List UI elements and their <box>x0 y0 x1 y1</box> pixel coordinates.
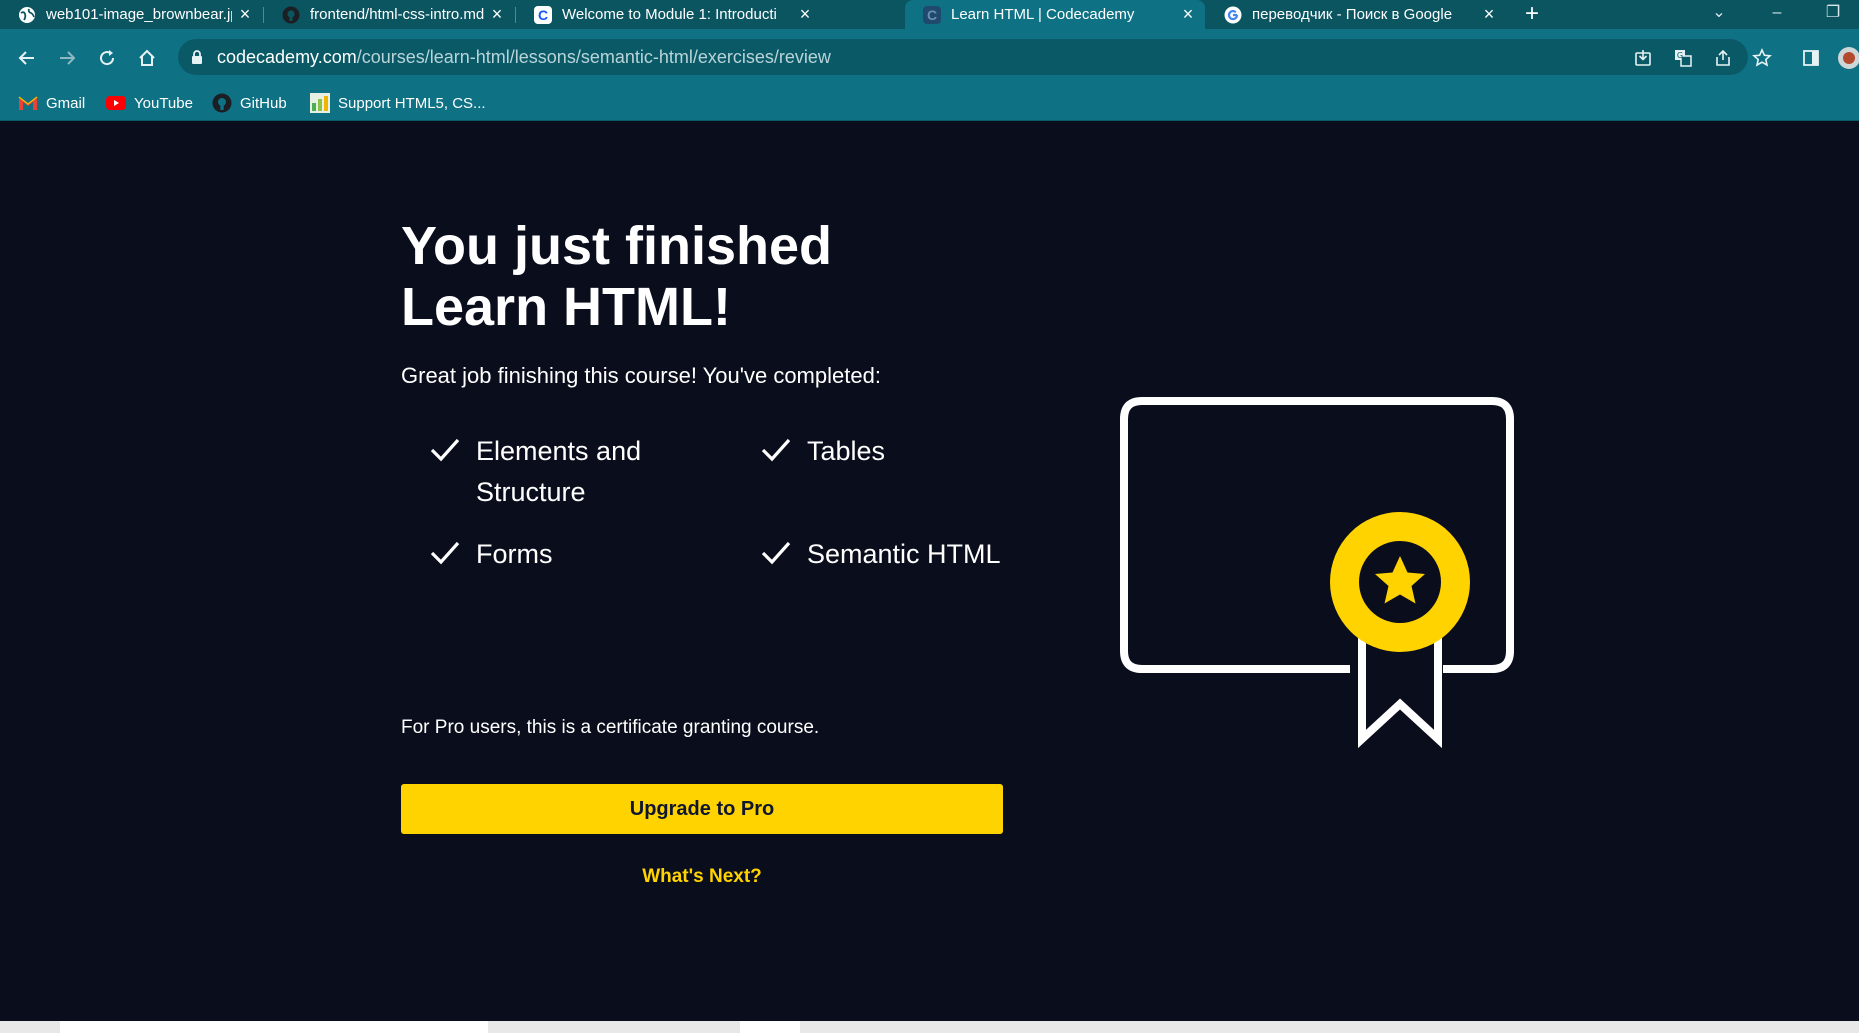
tab-title: Welcome to Module 1: Introducti <box>562 6 777 23</box>
svg-text:G: G <box>1677 51 1683 60</box>
headline-line-1: You just finished <box>401 216 832 276</box>
translate-icon[interactable]: G <box>1670 45 1696 71</box>
completed-item: Semantic HTML <box>761 534 1001 575</box>
url-domain: codecademy.com <box>217 47 357 67</box>
google-icon <box>1224 6 1242 24</box>
completed-item-label: Semantic HTML <box>807 539 1001 569</box>
checkmark-icon <box>761 541 791 565</box>
bookmark-github[interactable]: GitHub <box>212 88 287 118</box>
reload-icon[interactable] <box>94 45 120 71</box>
bookmark-label: GitHub <box>240 94 287 112</box>
bookmark-support-html5[interactable]: Support HTML5, CS... <box>310 88 486 118</box>
page-title: You just finished Learn HTML! <box>401 216 1001 338</box>
url-text[interactable]: codecademy.com/courses/learn-html/lesson… <box>217 47 831 68</box>
profile-avatar-icon[interactable] <box>1836 45 1859 71</box>
gmail-icon <box>18 93 38 113</box>
browser-tab[interactable]: web101-image_brownbear.jpg (2 × <box>0 0 262 29</box>
lock-icon[interactable] <box>190 49 204 65</box>
completed-item: Forms <box>430 534 553 575</box>
codecademy-c-icon: C <box>923 5 941 24</box>
browser-tab-active[interactable]: C Learn HTML | Codecademy × <box>905 0 1205 29</box>
pro-certificate-note: For Pro users, this is a certificate gra… <box>401 717 820 738</box>
tab-title: Learn HTML | Codecademy <box>951 6 1135 23</box>
browser-tab[interactable]: frontend/html-css-intro.md at 20 × <box>264 0 514 29</box>
maximize-icon[interactable]: ❐ <box>1818 0 1848 29</box>
browser-tab[interactable]: переводчик - Поиск в Google × <box>1206 0 1506 29</box>
completed-item: Tables <box>761 431 885 472</box>
whats-next-link[interactable]: What's Next? <box>401 866 1003 888</box>
bookmark-star-icon[interactable] <box>1749 45 1775 71</box>
bookmark-gmail[interactable]: Gmail <box>18 88 85 118</box>
bookmark-label: YouTube <box>134 94 193 112</box>
side-panel-icon[interactable] <box>1798 45 1824 71</box>
close-tab-icon[interactable]: × <box>1175 4 1201 25</box>
completed-item-label: Tables <box>807 436 886 466</box>
svg-text:C: C <box>927 7 937 23</box>
os-taskbar-strip <box>0 1021 1859 1033</box>
browser-tab[interactable]: C Welcome to Module 1: Introducti × <box>516 0 903 29</box>
minimize-icon[interactable]: – <box>1762 0 1792 29</box>
checkmark-icon <box>430 438 460 462</box>
forward-arrow-icon[interactable] <box>54 45 80 71</box>
close-tab-icon[interactable]: × <box>232 4 258 25</box>
youtube-icon <box>106 93 126 113</box>
codecademy-c-icon: C <box>534 5 552 24</box>
checkmark-icon <box>430 541 460 565</box>
svg-text:C: C <box>538 7 548 23</box>
tab-title: frontend/html-css-intro.md at 20 <box>310 6 484 23</box>
completed-item: Elements and Structure <box>430 431 730 513</box>
new-tab-button[interactable]: + <box>1520 0 1544 29</box>
completed-item-label: Elements and <box>476 436 642 466</box>
home-icon[interactable] <box>134 45 160 71</box>
close-tab-icon[interactable]: × <box>792 4 818 25</box>
tab-title: переводчик - Поиск в Google <box>1252 6 1453 23</box>
install-app-icon[interactable] <box>1630 45 1656 71</box>
headline-line-2: Learn HTML! <box>401 277 731 337</box>
bookmark-youtube[interactable]: YouTube <box>106 88 193 118</box>
bookmark-label: Gmail <box>46 94 86 112</box>
browser-tab-strip: web101-image_brownbear.jpg (2 × frontend… <box>0 0 1859 29</box>
tab-search-chevron-icon[interactable]: ⌄ <box>1704 0 1734 29</box>
globe-icon <box>18 6 36 24</box>
upgrade-to-pro-button[interactable]: Upgrade to Pro <box>401 784 1003 834</box>
completed-item-label: Forms <box>476 539 553 569</box>
course-complete-page: You just finished Learn HTML! Great job … <box>0 121 1859 1021</box>
checkmark-icon <box>761 438 791 462</box>
back-arrow-icon[interactable] <box>14 45 40 71</box>
share-icon[interactable] <box>1710 45 1736 71</box>
bookmark-label: Support HTML5, CS... <box>338 94 486 112</box>
completed-item-label-cont: Structure <box>476 477 586 507</box>
completion-subtitle: Great job finishing this course! You've … <box>401 363 881 388</box>
tab-title: web101-image_brownbear.jpg (2 <box>46 6 232 23</box>
close-tab-icon[interactable]: × <box>484 4 510 25</box>
github-icon <box>282 6 300 24</box>
close-tab-icon[interactable]: × <box>1476 4 1502 25</box>
image-bookmark-icon <box>310 93 330 113</box>
github-icon <box>212 93 232 113</box>
url-path: /courses/learn-html/lessons/semantic-htm… <box>356 47 831 67</box>
certificate-illustration <box>1120 397 1514 749</box>
